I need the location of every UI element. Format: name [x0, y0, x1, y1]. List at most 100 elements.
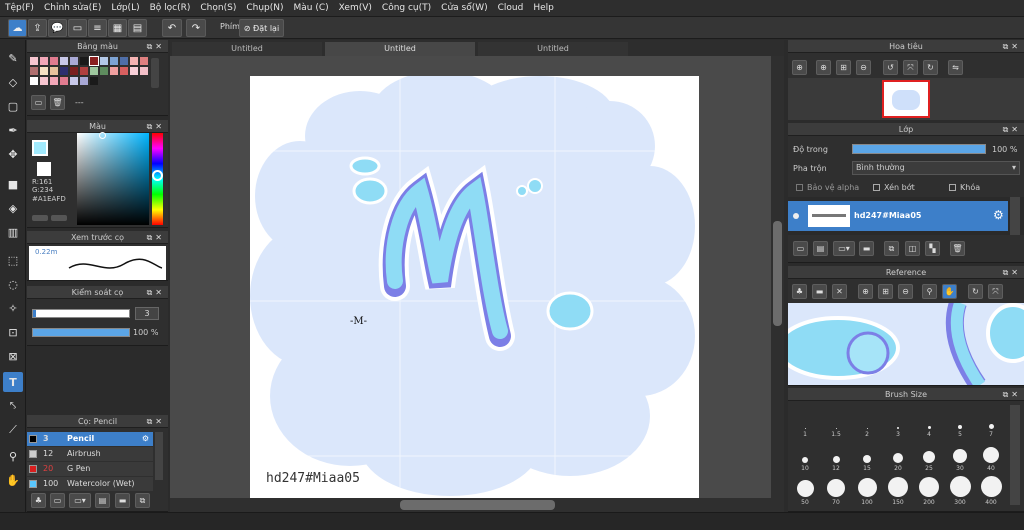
redo-icon[interactable]: ↷	[186, 19, 206, 37]
palette-swatch[interactable]	[30, 67, 38, 75]
tab-untitled-1[interactable]: Untitled	[172, 42, 322, 56]
brush-tool-icon[interactable]: ✎	[3, 48, 23, 68]
select-eraser-icon[interactable]: ⊠	[3, 346, 23, 366]
blend-mode-select[interactable]: Bình thường ▾	[852, 161, 1020, 175]
delete-palette-icon[interactable]: 🗑	[50, 95, 65, 110]
zoom-in-icon[interactable]: ⊕	[792, 60, 807, 75]
panel-controls-icon[interactable]: ⧉✕	[1003, 123, 1021, 136]
ref-reset-icon[interactable]: ⤧	[988, 284, 1003, 299]
menu-item-1[interactable]: Chỉnh sửa(E)	[39, 3, 106, 13]
folder-icon[interactable]: ▬	[115, 493, 130, 508]
brush-size-option[interactable]: 300	[945, 474, 975, 506]
layer-row[interactable]: hd247#Miaa05 ⚙	[788, 201, 1008, 231]
color-mode-button[interactable]	[32, 215, 48, 221]
palette-swatch[interactable]	[60, 57, 68, 65]
brush-list-item[interactable]: 100 Watercolor (Wet)	[27, 477, 153, 491]
foreground-color-swatch[interactable]	[32, 140, 48, 156]
palette-swatch[interactable]	[90, 67, 98, 75]
panel-controls-icon[interactable]: ⧉✕	[1003, 266, 1021, 279]
palette-swatch[interactable]	[100, 67, 108, 75]
upload-icon[interactable]: ⇪	[28, 19, 47, 37]
layer-effect-icon[interactable]: ▚	[925, 241, 940, 256]
menu-item-4[interactable]: Chọn(S)	[195, 3, 241, 13]
brush-size-option[interactable]: 30	[945, 440, 975, 472]
palette-swatch[interactable]	[130, 57, 138, 65]
brush-list-item[interactable]: 3 Pencil ⚙	[27, 432, 153, 446]
new-palette-icon[interactable]: ▭	[31, 95, 46, 110]
ref-close-icon[interactable]: ✕	[832, 284, 847, 299]
settings-panel-icon[interactable]: ▤	[128, 19, 147, 37]
menu-item-10[interactable]: Cloud	[493, 3, 529, 13]
menu-item-6[interactable]: Màu (C)	[289, 3, 334, 13]
palette-swatch[interactable]	[100, 57, 108, 65]
zoom-out-icon[interactable]: ⊖	[856, 60, 871, 75]
bucket-tool-icon[interactable]: ◈	[3, 198, 23, 218]
palette-swatch[interactable]	[140, 67, 148, 75]
drawing-canvas[interactable]: -M- hd247#Miaa05	[250, 76, 699, 498]
ref-add-icon[interactable]: ♣	[792, 284, 807, 299]
brush-size-option[interactable]: 1	[790, 406, 820, 438]
palette-swatch[interactable]	[40, 57, 48, 65]
select-pen-icon[interactable]: ⊡	[3, 322, 23, 342]
magic-wand-icon[interactable]: ✧	[3, 298, 23, 318]
panel-controls-icon[interactable]: ⧉✕	[147, 415, 165, 428]
gradient-tool-icon[interactable]: ▥	[3, 222, 23, 242]
undo-icon[interactable]: ↶	[162, 19, 182, 37]
flip-icon[interactable]: ⇋	[948, 60, 963, 75]
menu-item-8[interactable]: Công cụ(T)	[377, 3, 436, 13]
divide-tool-icon[interactable]: ⟋	[3, 420, 23, 440]
brush-size-option[interactable]: 70	[821, 474, 851, 506]
paste-brush-icon[interactable]: ▤	[95, 493, 110, 508]
panel-controls-icon[interactable]: ⧉✕	[1003, 388, 1021, 401]
palette-swatch[interactable]	[120, 57, 128, 65]
brush-size-option[interactable]: 40	[976, 440, 1006, 472]
ref-eyedropper-icon[interactable]: ⚲	[922, 284, 937, 299]
palette-swatch[interactable]	[50, 67, 58, 75]
palette-swatch[interactable]	[60, 67, 68, 75]
canvas-horizontal-scrollbar[interactable]	[170, 498, 784, 512]
brush-menu-icon[interactable]: ▭▾	[69, 493, 91, 508]
eraser-tool-icon[interactable]: ◇	[3, 72, 23, 92]
palette-swatch[interactable]	[120, 67, 128, 75]
palette-swatch[interactable]	[140, 57, 148, 65]
hand-tool-icon[interactable]: ✋	[3, 470, 23, 490]
ref-open-icon[interactable]: ▬	[812, 284, 827, 299]
gear-icon[interactable]: ⚙	[142, 432, 149, 446]
palette-swatch[interactable]	[80, 57, 88, 65]
text-tool-icon[interactable]: T	[3, 372, 23, 392]
menu-item-5[interactable]: Chụp(N)	[241, 3, 288, 13]
rect-fill-icon[interactable]: ■	[3, 174, 23, 194]
brush-size-option[interactable]: 200	[914, 474, 944, 506]
reset-button[interactable]: ⊘ Đặt lại	[239, 19, 284, 37]
palette-swatch[interactable]	[80, 67, 88, 75]
brush-list-item[interactable]: 12 Airbrush	[27, 447, 153, 461]
select-tool-icon[interactable]: ⬚	[3, 250, 23, 270]
message-icon[interactable]: ▭	[68, 19, 87, 37]
clipping-checkbox[interactable]	[873, 184, 880, 191]
brush-size-option[interactable]: 5	[945, 406, 975, 438]
navigator-preview[interactable]	[788, 78, 1024, 120]
lock-checkbox[interactable]	[949, 184, 956, 191]
menu-item-0[interactable]: Tệp(F)	[0, 3, 39, 13]
panel-controls-icon[interactable]: ⧉✕	[147, 40, 165, 53]
add-layer-menu-icon[interactable]: ▭▾	[833, 241, 855, 256]
brush-size-option[interactable]: 400	[976, 474, 1006, 506]
ref-rotate-icon[interactable]: ↻	[968, 284, 983, 299]
clear-layer-icon[interactable]: ◫	[905, 241, 920, 256]
brush-size-option[interactable]: 7	[976, 406, 1006, 438]
brush-list-scrollbar[interactable]	[155, 432, 163, 480]
ref-fit-icon[interactable]: ⊞	[878, 284, 893, 299]
cloud-icon[interactable]: ☁	[8, 19, 27, 37]
protect-alpha-checkbox[interactable]	[796, 184, 803, 191]
panel-controls-icon[interactable]: ⧉✕	[147, 120, 165, 133]
tab-untitled-3[interactable]: Untitled	[478, 42, 628, 56]
rotate-left-icon[interactable]: ↺	[883, 60, 898, 75]
ref-hand-icon[interactable]: ✋	[942, 284, 957, 299]
palette-swatch[interactable]	[50, 77, 58, 85]
reference-image[interactable]	[788, 303, 1024, 385]
new-layer-icon[interactable]: ▭	[793, 241, 808, 256]
brush-size-input[interactable]: 3	[135, 307, 159, 320]
panel-controls-icon[interactable]: ⧉✕	[1003, 40, 1021, 53]
brush-size-option[interactable]: 10	[790, 440, 820, 472]
operation-tool-icon[interactable]: ⤣	[3, 396, 23, 416]
